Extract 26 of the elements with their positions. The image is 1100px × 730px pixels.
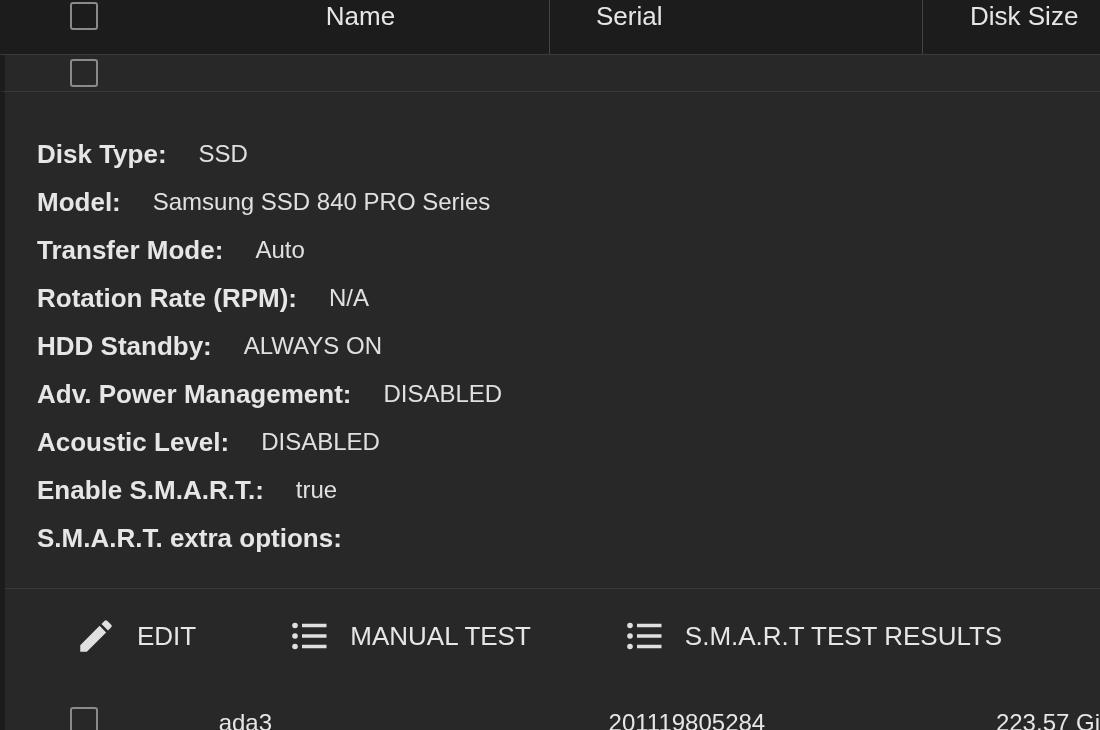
detail-label: S.M.A.R.T. extra options: xyxy=(37,522,342,554)
column-header[interactable]: Disk Size xyxy=(970,0,1079,32)
detail-label: Adv. Power Management: xyxy=(37,378,352,410)
detail-value: Samsung SSD 840 PRO Series xyxy=(152,188,491,216)
action-button[interactable]: S.M.A.R.T TEST RESULTS xyxy=(618,611,1007,661)
detail-label: Rotation Rate (RPM): xyxy=(37,282,297,314)
detail-label: HDD Standby: xyxy=(37,330,212,362)
column-header[interactable]: Serial xyxy=(596,0,663,32)
detail-value: DISABLED xyxy=(261,428,380,456)
checkbox[interactable] xyxy=(70,707,98,730)
detail-value: true xyxy=(295,476,338,504)
detail-label: Model: xyxy=(37,186,121,218)
column-header[interactable]: Name xyxy=(325,0,396,32)
detail-value: DISABLED xyxy=(383,380,503,408)
detail-label: Enable S.M.A.R.T.: xyxy=(37,474,264,506)
detail-value: ALWAYS ON xyxy=(243,332,383,360)
detail-label: Acoustic Level: xyxy=(37,426,230,458)
action-button[interactable]: EDIT xyxy=(71,611,201,661)
detail-value: Auto xyxy=(255,236,305,264)
detail-value: SSD xyxy=(198,140,248,168)
action-button[interactable]: MANUAL TEST xyxy=(284,611,535,661)
checkbox[interactable] xyxy=(70,59,98,87)
detail-label: Disk Type: xyxy=(37,138,167,170)
detail-label: Transfer Mode: xyxy=(37,234,224,266)
detail-value: N/A xyxy=(329,284,369,312)
checkbox[interactable] xyxy=(70,2,98,30)
